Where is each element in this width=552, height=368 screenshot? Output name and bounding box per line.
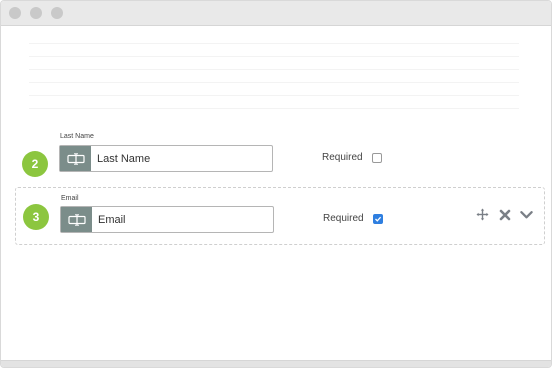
move-icon[interactable] (476, 208, 489, 221)
required-checkbox[interactable] (372, 153, 382, 163)
title-bar (1, 1, 551, 26)
step-number-badge: 2 (22, 151, 48, 177)
text-field-icon (61, 207, 92, 232)
delete-icon[interactable] (498, 208, 511, 221)
required-label: Required (323, 213, 364, 224)
chevron-down-icon[interactable] (520, 208, 533, 221)
email-input[interactable]: Email (60, 206, 274, 233)
maximize-window-button[interactable] (51, 7, 63, 19)
field-actions (476, 208, 533, 221)
field-caption: Email (61, 195, 79, 202)
bottom-bar (1, 360, 551, 367)
app-window: Last Name 2 Last Name Required Email 3 E… (0, 0, 552, 368)
minimize-window-button[interactable] (30, 7, 42, 19)
text-field-icon (60, 146, 91, 171)
form-field-row-last-name[interactable]: Last Name 2 Last Name Required (15, 133, 543, 189)
close-window-button[interactable] (9, 7, 21, 19)
input-value: Last Name (97, 152, 151, 165)
step-number-badge: 3 (23, 204, 49, 230)
faded-background-content (29, 43, 519, 121)
field-caption: Last Name (60, 133, 94, 140)
required-checkbox[interactable] (373, 214, 383, 224)
required-label: Required (322, 152, 363, 163)
last-name-input[interactable]: Last Name (59, 145, 273, 172)
input-value: Email (98, 213, 126, 226)
form-field-row-email[interactable]: Email 3 Email Required (15, 187, 545, 245)
